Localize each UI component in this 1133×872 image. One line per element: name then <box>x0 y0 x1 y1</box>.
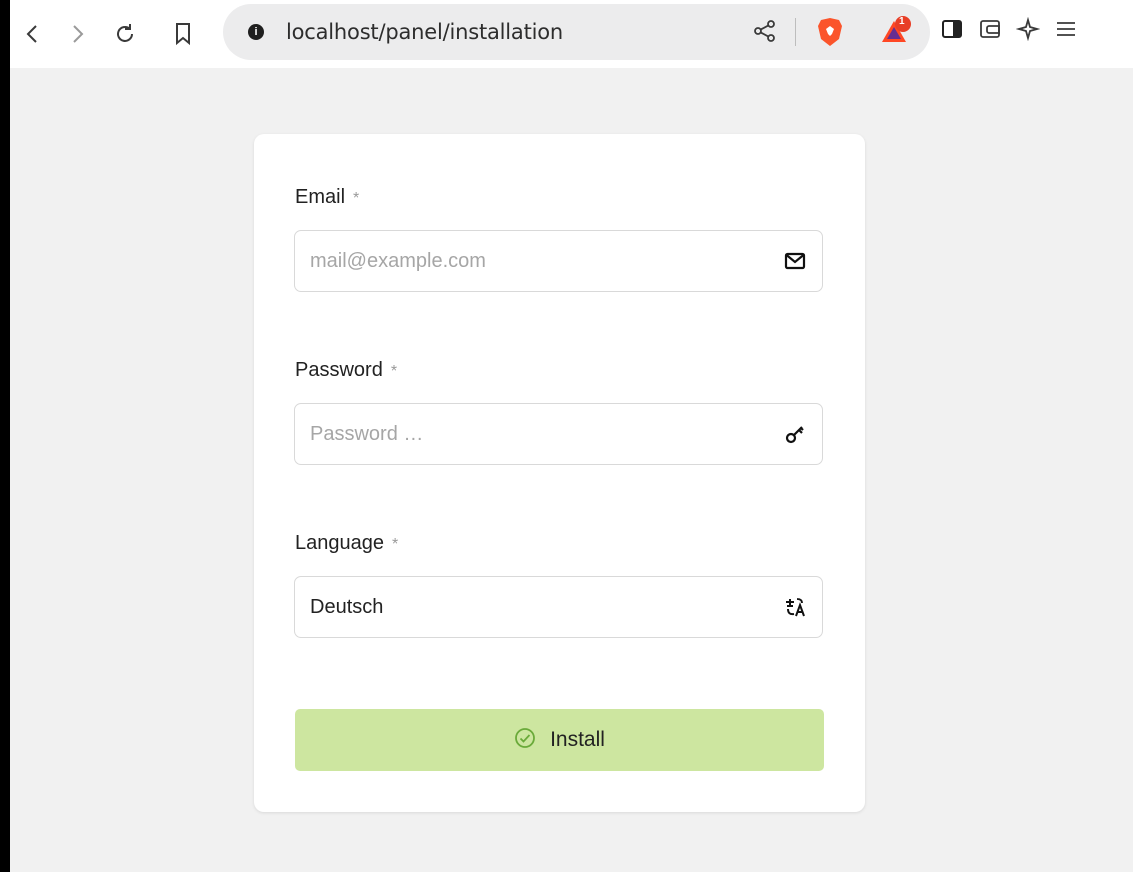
language-value: Deutsch <box>310 595 384 618</box>
site-info-icon[interactable]: i <box>248 24 264 40</box>
required-mark: * <box>353 190 360 207</box>
email-field[interactable] <box>294 230 823 292</box>
bookmark-icon[interactable] <box>166 17 200 51</box>
language-select[interactable]: Deutsch <box>294 576 823 638</box>
translate-icon <box>784 596 806 623</box>
browser-window: i localhost/panel/installation 1 Email *… <box>10 0 1133 872</box>
menu-icon[interactable] <box>1054 17 1078 46</box>
required-mark: * <box>391 536 399 553</box>
share-icon[interactable] <box>753 19 777 48</box>
password-label: Password * <box>295 359 398 381</box>
address-bar[interactable]: i localhost/panel/installation 1 <box>223 4 930 60</box>
forward-icon[interactable] <box>60 17 94 51</box>
brave-shields-icon[interactable] <box>817 17 843 52</box>
sidebar-icon[interactable] <box>940 17 964 46</box>
mail-icon <box>784 250 806 277</box>
key-icon <box>784 423 806 450</box>
browser-toolbar: i localhost/panel/installation 1 <box>10 0 1133 68</box>
reload-icon[interactable] <box>108 17 142 51</box>
brave-rewards-icon[interactable]: 1 <box>881 15 913 52</box>
wallet-icon[interactable] <box>978 17 1002 46</box>
email-label: Email * <box>295 186 360 208</box>
leo-ai-icon[interactable] <box>1015 16 1041 46</box>
install-label: Install <box>550 728 605 751</box>
language-label: Language * <box>295 532 399 554</box>
password-input[interactable] <box>310 422 740 446</box>
url-divider <box>795 18 796 46</box>
required-mark: * <box>390 363 398 380</box>
back-icon[interactable] <box>16 17 50 51</box>
password-field[interactable] <box>294 403 823 465</box>
extension-icons <box>940 16 1078 46</box>
installation-card: Email* Password* Language* Deutsch <box>254 134 865 812</box>
url-text[interactable]: localhost/panel/installation <box>286 20 563 44</box>
check-circle-icon <box>514 727 536 754</box>
install-button[interactable]: Install <box>295 709 824 771</box>
rewards-badge: 1 <box>899 16 905 27</box>
email-input[interactable] <box>310 249 740 273</box>
